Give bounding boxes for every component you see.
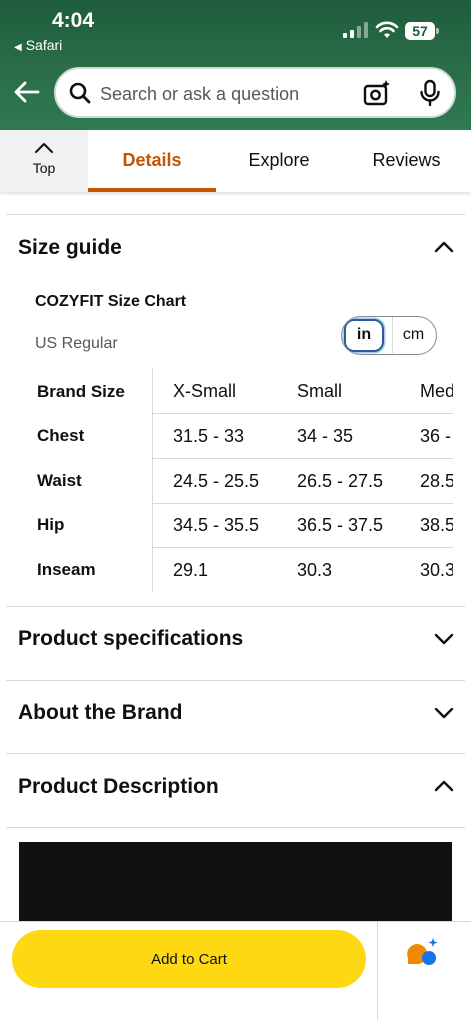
size-chart-table: Brand Size X-Small Small Med Chest 31.5 … [0,368,453,592]
back-to-app-link[interactable]: ◀ Safari [14,37,62,53]
table-cell: 34.5 - 35.5 [173,515,260,535]
microphone-icon[interactable] [418,79,442,107]
divider [377,922,378,1020]
row-divider [153,503,453,504]
column-header: Small [297,381,343,401]
tab-reviews[interactable]: Reviews [342,130,471,192]
row-label-inseam: Inseam [37,560,96,579]
search-input[interactable] [100,82,330,106]
size-guide-title[interactable]: Size guide [18,236,122,260]
product-tabs: Top Details Explore Reviews [0,130,471,192]
unit-cm-option[interactable]: cm [392,317,434,353]
chevron-down-icon[interactable] [434,707,454,719]
row-label-waist: Waist [37,471,82,490]
about-brand-header[interactable]: About the Brand [18,701,182,725]
brand-size-header: Brand Size [37,382,125,401]
column-header: X-Small [173,381,237,401]
rufus-assistant-icon[interactable] [404,936,440,968]
row-divider [153,413,453,414]
divider [6,753,465,754]
chevron-up-icon[interactable] [434,241,454,253]
divider [6,606,465,607]
unit-in-option[interactable]: in [344,319,384,352]
bottom-action-bar: Add to Cart [0,921,471,1020]
row-divider [153,458,453,459]
divider [6,214,465,215]
battery-level: 57 [412,23,428,39]
size-chart-title: COZYFIT Size Chart [35,293,187,310]
table-cell: 26.5 - 27.5 [297,471,384,491]
product-description-header[interactable]: Product Description [18,775,219,799]
table-cell: 36 - [420,426,452,446]
table-cell: 30.3 [420,560,453,580]
tab-explore[interactable]: Explore [216,130,342,192]
back-triangle-icon: ◀ [14,42,22,53]
app-header: 4:04 ◀ Safari 57 [0,0,471,130]
table-cell: 38.5 [420,515,453,535]
wifi-icon [375,21,399,38]
row-divider [153,547,453,548]
table-divider [152,368,153,592]
table-cell: 34 - 35 [297,426,354,446]
unit-toggle[interactable]: in cm [341,316,437,355]
divider [6,827,465,828]
row-label-hip: Hip [37,515,65,534]
back-arrow-icon[interactable] [12,78,40,106]
back-app-label: Safari [25,37,63,53]
column-header: Med [420,381,453,401]
table-cell: 30.3 [297,560,333,580]
divider [6,680,465,681]
row-label-chest: Chest [37,426,85,445]
search-bar[interactable] [54,67,456,118]
tab-top-label: Top [32,160,56,176]
table-cell: 29.1 [173,560,209,580]
cellular-signal-icon [343,22,369,38]
table-cell: 28.5 [420,471,453,491]
tab-details[interactable]: Details [88,130,216,192]
search-icon [69,82,91,104]
tab-top[interactable]: Top [0,130,88,192]
status-time: 4:04 [52,9,95,32]
table-cell: 24.5 - 25.5 [173,471,260,491]
fit-label: US Regular [35,335,118,352]
product-description-image [19,842,452,922]
add-to-cart-button[interactable]: Add to Cart [12,930,366,988]
table-cell: 31.5 - 33 [173,426,245,446]
chevron-down-icon[interactable] [434,633,454,645]
chevron-up-icon[interactable] [434,780,454,792]
chevron-up-icon [35,143,53,153]
camera-search-icon[interactable] [363,79,391,107]
product-specifications-header[interactable]: Product specifications [18,627,243,651]
table-cell: 36.5 - 37.5 [297,515,384,535]
battery-icon: 57 [405,22,439,40]
